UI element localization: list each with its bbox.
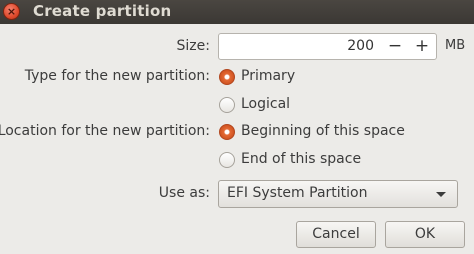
type-label: Type for the new partition: [24,68,210,84]
create-partition-dialog: × Create partition Size: 200 − + MB Type… [0,0,474,254]
radio-button-unchecked[interactable] [219,152,235,168]
radio-button-unchecked[interactable] [219,97,235,113]
radio-end-label[interactable]: End of this space [241,151,361,167]
radio-primary-label[interactable]: Primary [241,68,295,84]
radio-button-checked[interactable] [219,69,235,85]
close-button[interactable]: × [3,3,20,20]
size-spinbox[interactable]: 200 − + [218,33,437,60]
size-unit: MB [445,38,466,53]
use-as-dropdown[interactable]: EFI System Partition [218,180,458,208]
dialog-title: Create partition [33,2,172,20]
use-as-label: Use as: [158,185,210,201]
use-as-selected-value: EFI System Partition [227,185,368,201]
increment-button[interactable]: + [411,35,433,58]
close-icon: × [6,5,17,18]
cancel-button[interactable]: Cancel [296,221,376,248]
chevron-down-icon [436,192,446,197]
location-label: Location for the new partition: [0,123,210,139]
decrement-button[interactable]: − [384,35,406,58]
radio-beginning-label[interactable]: Beginning of this space [241,123,405,139]
radio-logical-label[interactable]: Logical [241,96,290,112]
radio-button-checked[interactable] [219,124,235,140]
size-value[interactable]: 200 [347,38,374,54]
size-label: Size: [176,38,210,54]
title-bar: × Create partition [0,0,474,24]
ok-button[interactable]: OK [385,221,465,248]
